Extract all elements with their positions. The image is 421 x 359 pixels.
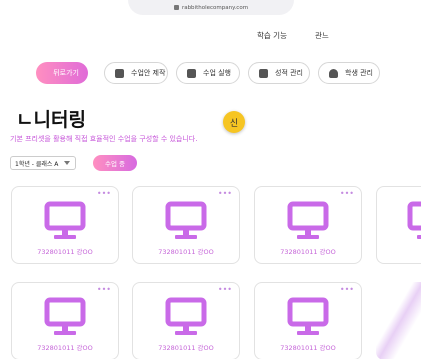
student-card[interactable] bbox=[376, 186, 421, 264]
toolbar: 뒤로가기 수업안 제작 수업 실행 성적 관리 학생 관리 bbox=[0, 62, 421, 84]
monitor-icon bbox=[44, 297, 86, 335]
lesson-plan-button[interactable]: 수업안 제작 bbox=[104, 62, 168, 84]
student-card[interactable]: ••• 732801011 강OO bbox=[254, 282, 362, 359]
grades-label: 성적 관리 bbox=[275, 69, 303, 77]
run-lesson-label: 수업 실행 bbox=[203, 69, 231, 77]
more-icon[interactable]: ••• bbox=[340, 190, 354, 198]
student-label: 732801011 강OO bbox=[37, 248, 93, 256]
student-card[interactable]: ••• 732801011 강OO bbox=[254, 186, 362, 264]
student-card[interactable]: ••• 732801011 강OO bbox=[11, 186, 119, 264]
monitor-icon bbox=[287, 297, 329, 335]
url-text: rabbitholecompany.com bbox=[181, 4, 249, 11]
monitor-icon bbox=[165, 201, 207, 239]
student-label: 732801011 강OO bbox=[280, 248, 336, 256]
top-nav: 학습 기능 관느 bbox=[0, 27, 421, 43]
grades-button[interactable]: 성적 관리 bbox=[248, 62, 310, 84]
page-title: ㄴ니터링 bbox=[16, 109, 86, 131]
address-bar[interactable]: rabbitholecompany.com bbox=[128, 0, 294, 15]
page-subtitle: 기본 프리셋을 활용해 직접 효율적인 수업을 구성할 수 있습니다. bbox=[10, 135, 198, 143]
more-icon[interactable]: ••• bbox=[218, 286, 232, 294]
document-icon bbox=[115, 68, 124, 78]
student-card[interactable]: ••• 732801011 강OO bbox=[132, 186, 240, 264]
student-card[interactable]: ••• 732801011 강OO bbox=[132, 282, 240, 359]
lesson-status-button[interactable]: 수업 중 bbox=[93, 155, 137, 171]
student-card-partial[interactable] bbox=[376, 282, 421, 359]
class-select[interactable]: 1학년 - 클래스 A bbox=[10, 156, 76, 170]
student-label: 732801011 강OO bbox=[280, 344, 336, 352]
monitor-icon bbox=[165, 297, 207, 335]
student-label: 732801011 강OO bbox=[158, 344, 214, 352]
monitor-icon bbox=[44, 201, 86, 239]
student-label: 732801011 강OO bbox=[37, 344, 93, 352]
status-badge[interactable]: 신 bbox=[223, 111, 245, 133]
nav-item-learning[interactable]: 학습 기능 bbox=[257, 30, 287, 41]
monitor-icon bbox=[407, 201, 421, 239]
page-curl-decoration bbox=[376, 282, 421, 359]
students-button[interactable]: 학생 관리 bbox=[318, 62, 380, 84]
students-label: 학생 관리 bbox=[345, 69, 373, 77]
nav-item-manage[interactable]: 관느 bbox=[315, 30, 329, 41]
student-card[interactable]: ••• 732801011 강OO bbox=[11, 282, 119, 359]
play-icon bbox=[187, 68, 196, 78]
person-icon bbox=[329, 68, 338, 78]
more-icon[interactable]: ••• bbox=[97, 190, 111, 198]
lesson-plan-label: 수업안 제작 bbox=[131, 69, 166, 77]
class-select-value: 1학년 - 클래스 A bbox=[15, 160, 59, 168]
lock-icon bbox=[173, 5, 179, 10]
monitor-icon bbox=[287, 201, 329, 239]
back-button[interactable]: 뒤로가기 bbox=[36, 62, 88, 84]
run-lesson-button[interactable]: 수업 실행 bbox=[176, 62, 240, 84]
more-icon[interactable]: ••• bbox=[340, 286, 354, 294]
more-icon[interactable]: ••• bbox=[97, 286, 111, 294]
more-icon[interactable]: ••• bbox=[218, 190, 232, 198]
chevron-down-icon bbox=[64, 161, 70, 165]
chart-icon bbox=[259, 68, 268, 78]
student-label: 732801011 강OO bbox=[158, 248, 214, 256]
